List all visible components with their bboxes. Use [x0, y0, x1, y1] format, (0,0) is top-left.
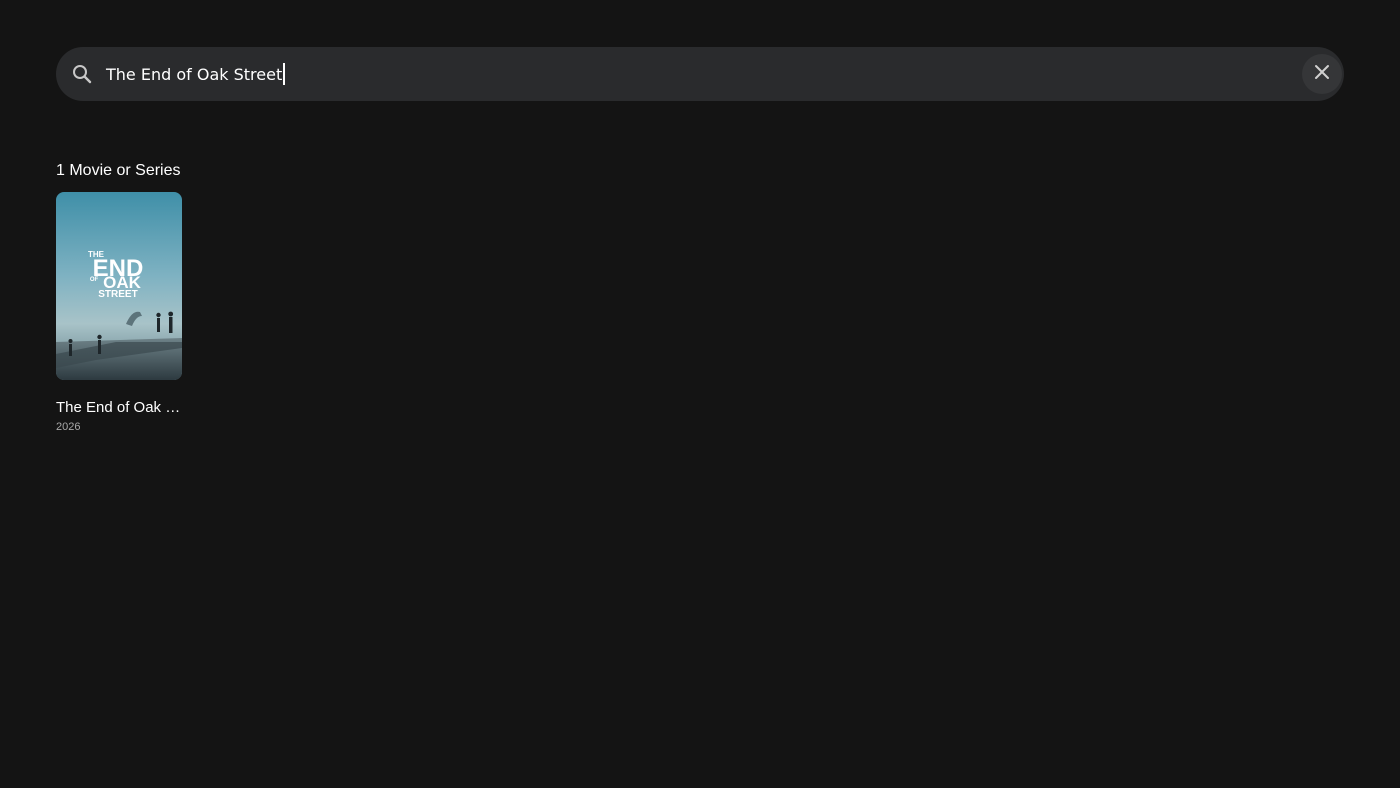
result-card[interactable]: THE END OF OAK STREET The End of Oak … 2… — [56, 192, 182, 433]
results-count-heading: 1 Movie or Series — [56, 162, 181, 179]
movie-poster[interactable]: THE END OF OAK STREET — [56, 192, 182, 380]
close-icon — [1314, 64, 1330, 85]
search-input[interactable]: The End of Oak Street — [106, 47, 1286, 101]
clear-search-button[interactable] — [1302, 54, 1342, 94]
result-year: 2026 — [56, 421, 81, 433]
search-icon — [70, 62, 94, 86]
poster-text-street: STREET — [98, 289, 137, 300]
poster-text-of: OF — [90, 277, 99, 283]
text-caret — [283, 63, 286, 85]
search-page: The End of Oak Street 1 Movie or Series — [0, 0, 1400, 788]
search-query-text: The End of Oak Street — [106, 64, 283, 84]
search-bar[interactable]: The End of Oak Street — [56, 47, 1344, 101]
result-title: The End of Oak … — [56, 399, 181, 416]
